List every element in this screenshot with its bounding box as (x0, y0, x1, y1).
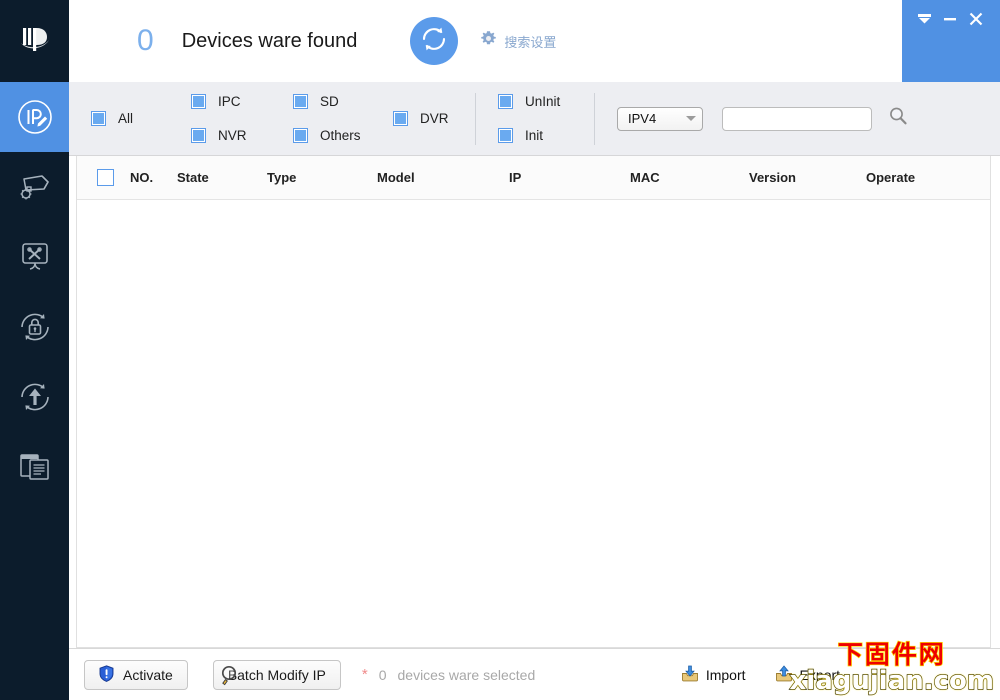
refresh-button[interactable] (410, 17, 459, 65)
import-button-label: Import (705, 666, 746, 683)
checkbox-ipc[interactable] (191, 94, 206, 109)
filter-all[interactable]: All (91, 102, 133, 136)
ip-version-value: IPV4 (628, 111, 657, 126)
close-icon (969, 12, 983, 31)
column-header-ip[interactable]: IP (509, 170, 521, 185)
filter-group-sd-others: SD Others (293, 82, 393, 156)
ip-config-tool-window: 0 Devices ware found 搜索设置 All IPC NVR SD… (0, 0, 1000, 700)
dropdown-menu-icon (917, 12, 932, 30)
table-header: NO. State Type Model IP MAC Version Oper… (77, 156, 990, 200)
selected-status-text: devices ware selected (397, 666, 536, 683)
checkbox-uninit[interactable] (498, 94, 513, 109)
import-button[interactable]: Import (681, 665, 746, 685)
column-header-version[interactable]: Version (749, 170, 796, 185)
minimize-button[interactable] (938, 10, 962, 32)
filter-uninit-label: UnInit (525, 94, 561, 109)
sidebar-item-password-reset[interactable] (0, 292, 69, 362)
sidebar-item-device-tools[interactable] (0, 222, 69, 292)
ip-version-select[interactable]: IPV4 (617, 106, 703, 131)
sidebar-item-device-ip[interactable] (0, 82, 69, 152)
table-body (77, 200, 990, 647)
activate-button[interactable]: Activate (84, 659, 188, 690)
gear-icon (480, 30, 497, 52)
minimize-icon (943, 12, 957, 30)
select-all-checkbox[interactable] (97, 169, 114, 186)
checkbox-others[interactable] (293, 128, 308, 143)
filter-group-ipc-nvr: IPC NVR (191, 82, 293, 156)
filter-separator-2 (594, 92, 595, 145)
filter-separator-1 (475, 92, 476, 145)
column-header-model[interactable]: Model (377, 170, 415, 185)
app-logo (0, 0, 69, 82)
batch-modify-ip-button[interactable]: Batch Modify IP (212, 659, 341, 690)
filter-all-label: All (118, 111, 134, 126)
filter-dvr[interactable]: DVR (393, 102, 449, 136)
main-area: 0 Devices ware found 搜索设置 All IPC NVR SD… (69, 0, 1000, 700)
window-controls (902, 0, 1000, 82)
filter-nvr-label: NVR (218, 128, 247, 143)
column-header-no[interactable]: NO. (130, 170, 153, 185)
checkbox-sd[interactable] (293, 94, 308, 109)
filter-others-label: Others (320, 128, 361, 143)
bottom-toolbar: Activate Batch Modify IP * 0 devices war… (69, 648, 1000, 700)
filter-nvr[interactable]: NVR (191, 119, 247, 153)
column-header-type[interactable]: Type (267, 170, 296, 185)
filter-bar: All IPC NVR SD Others DVR UnInit Init IP… (69, 82, 1000, 156)
device-table: NO. State Type Model IP MAC Version Oper… (76, 156, 991, 648)
filter-ipc[interactable]: IPC (191, 85, 241, 119)
filter-group-init: UnInit Init (498, 82, 594, 156)
filter-others[interactable]: Others (293, 119, 361, 153)
filter-sd-label: SD (320, 94, 339, 109)
search-settings-button[interactable]: 搜索设置 (480, 30, 556, 52)
activate-button-label: Activate (123, 666, 173, 683)
sidebar (0, 0, 69, 700)
magnifier-icon (888, 106, 908, 131)
upload-refresh-icon (16, 378, 54, 416)
filter-uninit[interactable]: UnInit (498, 85, 560, 119)
column-header-operate[interactable]: Operate (866, 170, 915, 185)
checkbox-dvr[interactable] (393, 111, 408, 126)
filter-init-label: Init (525, 128, 544, 143)
documents-icon (17, 451, 53, 483)
window-menu-button[interactable] (912, 10, 936, 32)
search-settings-label: 搜索设置 (504, 34, 557, 50)
filter-group-all: All (91, 82, 191, 156)
batch-modify-ip-label: Batch Modify IP (227, 666, 326, 683)
column-header-mac[interactable]: MAC (630, 170, 660, 185)
shield-icon (99, 664, 114, 685)
ip-circle-icon (16, 98, 54, 136)
filter-sd[interactable]: SD (293, 85, 339, 119)
filter-init[interactable]: Init (498, 119, 543, 153)
refresh-circle-icon (419, 24, 449, 59)
selection-status: * 0 devices ware selected (362, 667, 535, 683)
checkbox-all[interactable] (91, 111, 106, 126)
device-count: 0 (137, 24, 154, 57)
page-title: Devices ware found (181, 29, 358, 52)
filter-ipc-label: IPC (218, 94, 241, 109)
chevron-down-icon (686, 116, 696, 121)
selected-count: 0 (378, 666, 387, 683)
io-buttons: Import Export (681, 664, 1000, 685)
export-button[interactable]: Export (775, 664, 840, 685)
checkbox-nvr[interactable] (191, 128, 206, 143)
close-button[interactable] (964, 10, 988, 32)
search-button[interactable] (888, 106, 908, 131)
column-header-state[interactable]: State (177, 170, 209, 185)
filter-dvr-label: DVR (420, 111, 449, 126)
camera-gear-icon (16, 170, 54, 204)
sidebar-item-device-upgrade[interactable] (0, 362, 69, 432)
monitor-tools-icon (17, 240, 53, 274)
sidebar-item-device-config[interactable] (0, 152, 69, 222)
import-tray-icon (681, 665, 699, 685)
titlebar: 0 Devices ware found 搜索设置 (69, 0, 1000, 82)
export-tray-icon (775, 664, 793, 685)
sidebar-item-device-logs[interactable] (0, 432, 69, 502)
search-input[interactable] (722, 106, 872, 131)
filter-group-dvr: DVR (393, 82, 475, 156)
id-logo-icon (18, 22, 52, 61)
checkbox-init[interactable] (498, 128, 513, 143)
lock-refresh-icon (16, 308, 54, 346)
export-button-label: Export (799, 666, 840, 683)
required-marker: * (361, 666, 368, 683)
